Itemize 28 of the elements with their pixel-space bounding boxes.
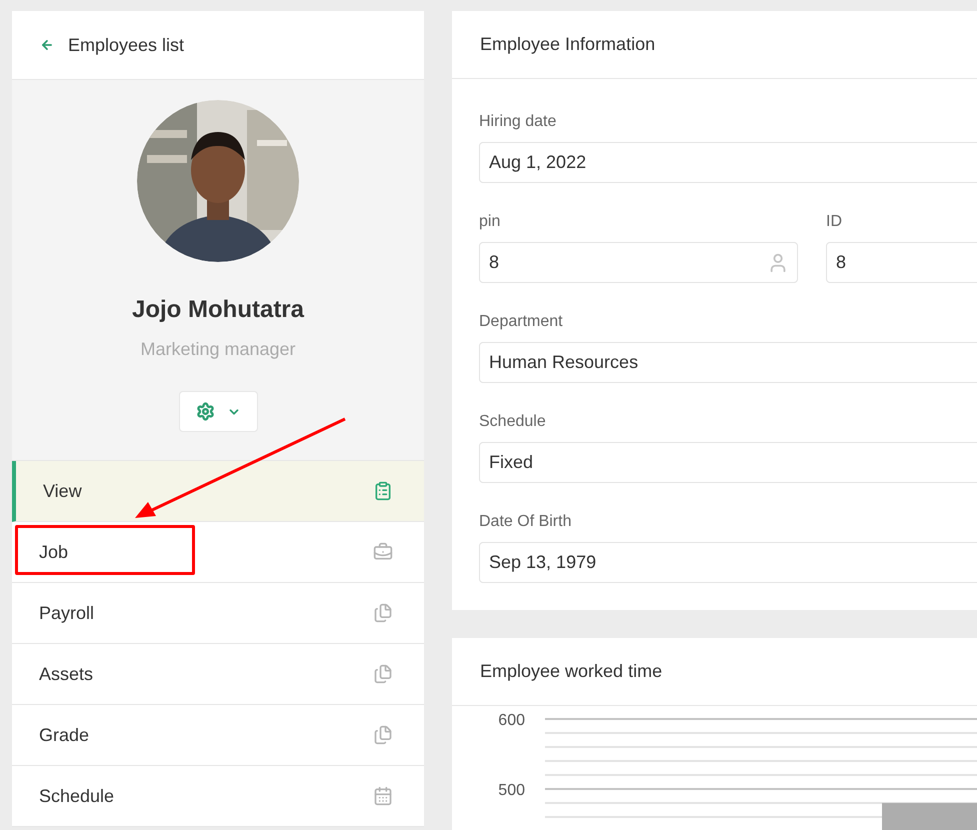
input-field[interactable]: Sep 13, 1979 <box>479 542 977 583</box>
axis-tick-label: 600 <box>498 712 525 729</box>
field-label: Date Of Birth <box>479 512 572 532</box>
field-label: Department <box>479 312 564 332</box>
card-title: Employee worked time <box>480 660 662 683</box>
field-label: Schedule <box>479 412 547 432</box>
employee-name: Jojo Mohutatra <box>132 295 304 325</box>
input-field[interactable]: 8 <box>479 242 798 283</box>
input-field[interactable]: Aug 1, 2022 <box>479 142 977 183</box>
briefcase-icon <box>373 542 393 562</box>
clipboard-icon <box>373 481 393 501</box>
card-title: Employee Information <box>480 33 656 56</box>
field-label: pin <box>479 212 502 232</box>
input-field[interactable]: 8 <box>826 242 977 283</box>
settings-icon <box>196 402 214 421</box>
field-label: Hiring date <box>479 112 558 132</box>
input-field[interactable]: Fixed <box>479 442 977 483</box>
files-icon <box>373 603 393 623</box>
settings-dropdown-button[interactable] <box>178 391 258 432</box>
menu-item[interactable]: View <box>12 461 424 522</box>
field-label: ID <box>826 212 843 232</box>
calendar-icon <box>373 786 393 806</box>
employee-role: Marketing manager <box>140 338 296 361</box>
files-icon <box>373 664 393 684</box>
files-icon <box>373 725 393 745</box>
back-link[interactable]: Employees list <box>68 32 184 58</box>
input-field[interactable]: Human Resources <box>479 342 977 383</box>
axis-tick-label: 500 <box>498 782 525 799</box>
